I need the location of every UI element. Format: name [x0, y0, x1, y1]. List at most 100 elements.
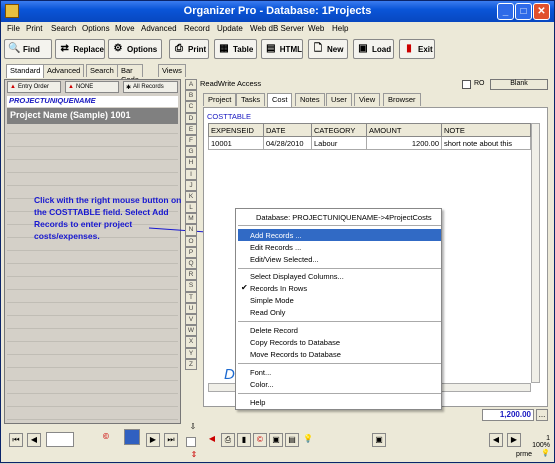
- column-header-category[interactable]: CATEGORY: [311, 123, 367, 137]
- menu-item-add-records[interactable]: Add Records ...: [250, 231, 302, 240]
- next-record-icon[interactable]: ▶: [146, 433, 160, 447]
- save-record-icon[interactable]: ▣: [372, 433, 386, 447]
- blank-button[interactable]: Blank: [490, 79, 548, 90]
- menu-item-font[interactable]: Font...: [250, 368, 271, 377]
- delete-icon[interactable]: ▮: [237, 433, 251, 447]
- cell-date[interactable]: 04/28/2010: [263, 136, 312, 150]
- read-only-checkbox[interactable]: [462, 80, 471, 89]
- alpha-f[interactable]: F: [185, 134, 197, 147]
- more-button[interactable]: ...: [536, 409, 548, 421]
- menu-item-records-in-rows[interactable]: Records In Rows: [250, 284, 307, 293]
- table-row[interactable]: 10001 04/28/2010 Labour 1200.00 short no…: [208, 136, 531, 150]
- menu-item-help[interactable]: Help: [250, 398, 265, 407]
- cell-amount[interactable]: 1200.00: [366, 136, 442, 150]
- up-down-arrow-icon[interactable]: ⇕: [187, 449, 201, 463]
- cost-table[interactable]: EXPENSEID DATE CATEGORY AMOUNT NOTE 1000…: [208, 123, 531, 150]
- copy-icon[interactable]: ©: [253, 433, 267, 447]
- context-menu-header: Database: PROJECTUNIQUENAME->4ProjectCos…: [256, 213, 432, 222]
- zoom-level: 100%: [532, 442, 550, 449]
- select-checkbox[interactable]: [186, 437, 196, 447]
- alpha-w[interactable]: W: [185, 325, 197, 337]
- tab-project[interactable]: Project: [203, 93, 237, 106]
- menu-item-delete-record[interactable]: Delete Record: [250, 326, 298, 335]
- menu-separator: [238, 393, 441, 394]
- lightbulb-icon[interactable]: 💡: [301, 433, 315, 447]
- tab-notes[interactable]: Notes: [295, 93, 325, 106]
- tab-browser[interactable]: Browser: [383, 93, 421, 106]
- alpha-d[interactable]: D: [185, 112, 197, 124]
- column-header-date[interactable]: DATE: [263, 123, 312, 137]
- menu-separator: [238, 363, 441, 364]
- costtable-label: COSTTABLE: [207, 112, 252, 121]
- vertical-scrollbar[interactable]: [531, 123, 540, 383]
- bottom-toolbar: ⏮ ◀ © ▶ ⏭ ⇩ ⇕ ◀ ⎙ ▮ © ▣ ▤ 💡 ▣ ◀ ▶ 1 100%…: [1, 422, 554, 463]
- menu-item-select-columns[interactable]: Select Displayed Columns...: [250, 272, 344, 281]
- page-next-icon[interactable]: ▶: [507, 433, 521, 447]
- record-count: 1: [546, 435, 550, 442]
- alpha-n[interactable]: N: [185, 224, 197, 236]
- first-record-icon[interactable]: ⏮: [9, 433, 23, 447]
- alpha-x[interactable]: X: [185, 336, 197, 348]
- menu-item-edit-view-selected[interactable]: Edit/View Selected...: [250, 255, 319, 264]
- alpha-g[interactable]: G: [185, 146, 197, 158]
- alpha-r[interactable]: R: [185, 269, 197, 281]
- print-record-icon[interactable]: ⎙: [221, 433, 235, 447]
- alpha-c[interactable]: C: [185, 101, 197, 113]
- cell-expenseid[interactable]: 10001: [208, 136, 264, 150]
- alpha-u[interactable]: U: [185, 302, 197, 314]
- alpha-k[interactable]: K: [185, 190, 197, 203]
- prev-record-icon[interactable]: ◀: [27, 433, 41, 447]
- context-menu: Database: PROJECTUNIQUENAME->4ProjectCos…: [235, 208, 442, 410]
- alpha-a[interactable]: A: [185, 79, 197, 91]
- app-window: Organizer Pro - Database: 1Projects _ □ …: [0, 0, 555, 463]
- column-header-expenseid[interactable]: EXPENSEID: [208, 123, 264, 137]
- total-amount: 1,200.00: [482, 409, 534, 421]
- alpha-v[interactable]: V: [185, 313, 197, 326]
- alpha-z[interactable]: Z: [185, 358, 197, 370]
- cell-category[interactable]: Labour: [311, 136, 367, 150]
- menu-item-read-only[interactable]: Read Only: [250, 308, 285, 317]
- alpha-j[interactable]: J: [185, 179, 197, 191]
- menu-separator: [238, 225, 441, 226]
- menu-item-move-records[interactable]: Move Records to Database: [250, 350, 341, 359]
- tab-tasks[interactable]: Tasks: [236, 93, 266, 106]
- last-record-icon[interactable]: ⏭: [164, 433, 178, 447]
- record-number-input[interactable]: [46, 432, 74, 447]
- tab-view[interactable]: View: [354, 93, 381, 106]
- alpha-y[interactable]: Y: [185, 347, 197, 359]
- tab-cost[interactable]: Cost: [267, 93, 293, 107]
- menu-separator: [238, 321, 441, 322]
- scroll-down-icon[interactable]: ⇩: [186, 421, 200, 435]
- page-prev-icon[interactable]: ◀: [489, 433, 503, 447]
- export-icon[interactable]: ▣: [269, 433, 283, 447]
- alpha-q[interactable]: Q: [185, 258, 197, 270]
- alpha-e[interactable]: E: [185, 123, 197, 135]
- alpha-s[interactable]: S: [185, 280, 197, 292]
- copyright-icon[interactable]: ©: [99, 431, 113, 445]
- user-name: prme: [516, 451, 532, 458]
- checkmark-icon: ✔: [241, 283, 248, 292]
- menu-item-simple-mode[interactable]: Simple Mode: [250, 296, 294, 305]
- cell-note[interactable]: short note about this: [441, 136, 531, 150]
- back-arrow-icon[interactable]: ◀: [205, 433, 219, 447]
- menu-item-copy-records[interactable]: Copy Records to Database: [250, 338, 340, 347]
- menu-separator: [238, 268, 441, 269]
- alpha-h[interactable]: H: [185, 157, 197, 169]
- color-grid-icon[interactable]: [124, 429, 140, 445]
- access-label: ReadWrite Access: [200, 79, 262, 88]
- alpha-l[interactable]: L: [185, 202, 197, 214]
- alpha-t[interactable]: T: [185, 291, 197, 303]
- alpha-b[interactable]: B: [185, 90, 197, 102]
- alpha-m[interactable]: M: [185, 213, 197, 225]
- column-header-amount[interactable]: AMOUNT: [366, 123, 442, 137]
- alphabet-index: A B C D E F G H I J K L M N O P Q R S T …: [185, 79, 197, 387]
- alpha-p[interactable]: P: [185, 246, 197, 258]
- menu-item-color[interactable]: Color...: [250, 380, 274, 389]
- tab-user[interactable]: User: [326, 93, 352, 106]
- menu-item-edit-records[interactable]: Edit Records ...: [250, 243, 301, 252]
- status-icon: 💡: [541, 450, 550, 457]
- alpha-o[interactable]: O: [185, 235, 197, 247]
- import-icon[interactable]: ▤: [285, 433, 299, 447]
- alpha-i[interactable]: I: [185, 168, 197, 180]
- column-header-note[interactable]: NOTE: [441, 123, 531, 137]
